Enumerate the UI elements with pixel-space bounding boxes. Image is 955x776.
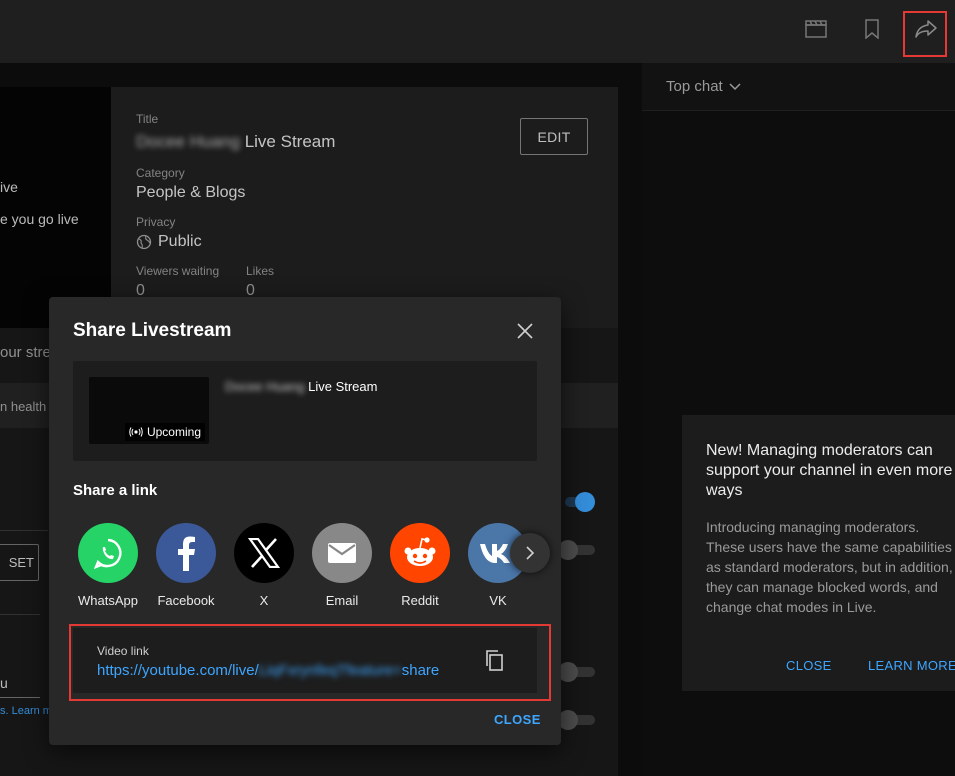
share-target-label: Email xyxy=(325,593,359,608)
card-title: Docee Huang Live Stream xyxy=(225,379,377,394)
scroll-next-button[interactable] xyxy=(510,533,550,573)
facebook-icon xyxy=(156,523,216,583)
dialog-close-button[interactable]: CLOSE xyxy=(494,712,541,727)
promo-close-button[interactable]: CLOSE xyxy=(786,658,832,673)
share-targets-row: WhatsApp Facebook X Email Reddit VK xyxy=(77,523,537,613)
badge-label: Upcoming xyxy=(146,425,201,439)
share-a-link-heading: Share a link xyxy=(73,482,158,499)
share-reddit[interactable]: Reddit xyxy=(385,523,455,608)
top-bar xyxy=(0,0,955,63)
chat-header: Top chat xyxy=(642,63,955,111)
share-target-label: VK xyxy=(489,593,507,608)
promo-title: New! Managing moderators can support you… xyxy=(706,442,953,499)
live-broadcast-icon xyxy=(129,427,143,437)
video-link-highlight xyxy=(69,624,551,701)
clapperboard-icon[interactable] xyxy=(803,16,829,42)
bookmark-icon[interactable] xyxy=(859,16,885,42)
chevron-right-icon xyxy=(526,546,535,560)
share-button-highlight xyxy=(903,11,947,57)
dialog-title: Share Livestream xyxy=(73,320,232,341)
whatsapp-icon xyxy=(78,523,138,583)
share-target-label: X xyxy=(259,593,269,608)
reddit-icon xyxy=(390,523,450,583)
moderators-promo-card: New! Managing moderators can support you… xyxy=(682,415,955,691)
stream-thumbnail: Upcoming xyxy=(89,377,209,444)
share-email[interactable]: Email xyxy=(307,523,377,608)
upcoming-badge: Upcoming xyxy=(124,423,205,441)
share-target-label: Reddit xyxy=(401,593,439,608)
chat-mode-selector[interactable]: Top chat xyxy=(666,78,741,95)
promo-learn-more-button[interactable]: LEARN MORE xyxy=(868,658,955,673)
blurred-channel-name: Docee Huang xyxy=(225,379,305,394)
chat-mode-label: Top chat xyxy=(666,78,723,95)
card-title-suffix: Live Stream xyxy=(304,379,378,394)
chevron-down-icon xyxy=(729,82,741,90)
share-whatsapp[interactable]: WhatsApp xyxy=(73,523,143,608)
share-target-label: WhatsApp xyxy=(78,593,138,608)
promo-body: Introducing managing moderators. These u… xyxy=(706,519,953,615)
share-facebook[interactable]: Facebook xyxy=(151,523,221,608)
x-icon xyxy=(234,523,294,583)
share-target-label: Facebook xyxy=(157,593,215,608)
close-icon[interactable] xyxy=(513,319,537,343)
share-x[interactable]: X xyxy=(229,523,299,608)
share-livestream-dialog: Share Livestream Upcoming Docee Huang Li… xyxy=(49,297,561,745)
stream-preview-card: Upcoming Docee Huang Live Stream xyxy=(73,361,537,461)
email-icon xyxy=(312,523,372,583)
